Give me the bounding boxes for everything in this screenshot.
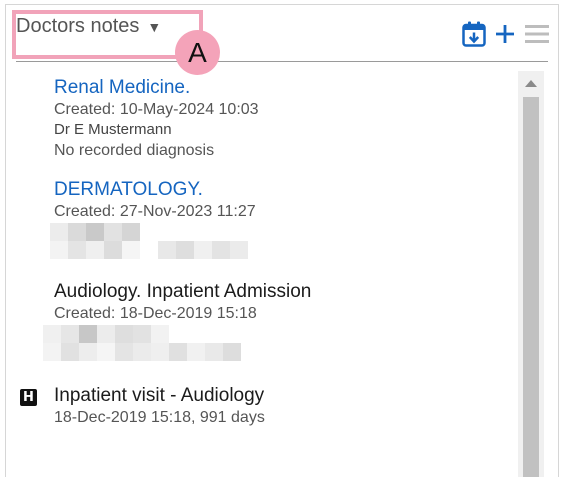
dropdown-label: Doctors notes <box>16 15 140 37</box>
caret-down-icon: ▼ <box>147 18 162 35</box>
note-title-link[interactable]: DERMATOLOGY. <box>54 179 256 201</box>
redacted-text-block <box>50 223 250 261</box>
redacted-text-block <box>43 325 243 363</box>
plus-icon[interactable] <box>494 23 516 45</box>
notes-type-dropdown[interactable]: Doctors notes ▼ <box>16 15 161 38</box>
hospital-h-icon: H <box>20 389 37 406</box>
list-item: Audiology. Inpatient Admission Created: … <box>54 281 311 324</box>
scroll-up-arrow-icon[interactable] <box>518 71 544 95</box>
doctors-notes-panel: Doctors notes ▼ Renal Medicine. Created:… <box>5 4 559 477</box>
note-created: Created: 10-May-2024 10:03 <box>54 101 259 118</box>
header-divider <box>16 61 548 62</box>
note-diagnosis: No recorded diagnosis <box>54 142 215 159</box>
notes-list: Renal Medicine. Created: 10-May-2024 10:… <box>6 71 516 477</box>
note-created: Created: 27-Nov-2023 11:27 <box>54 203 256 220</box>
note-title[interactable]: Audiology. Inpatient Admission <box>54 281 311 303</box>
hamburger-menu-icon[interactable] <box>524 23 550 45</box>
note-title-link[interactable]: Renal Medicine. <box>54 77 259 99</box>
visit-title[interactable]: Inpatient visit - Audiology <box>54 385 265 407</box>
scrollbar-thumb[interactable] <box>523 97 539 477</box>
vertical-scrollbar[interactable] <box>518 71 544 477</box>
calendar-download-icon[interactable] <box>462 21 486 47</box>
panel-header: Doctors notes ▼ <box>6 5 558 62</box>
note-created: Created: 18-Dec-2019 15:18 <box>54 305 257 322</box>
note-author: Dr E Mustermann <box>54 121 172 138</box>
visit-details: 18-Dec-2019 15:18, 991 days <box>54 409 265 426</box>
list-item: DERMATOLOGY. Created: 27-Nov-2023 11:27 <box>54 179 256 222</box>
visit-item: Inpatient visit - Audiology 18-Dec-2019 … <box>54 385 265 428</box>
header-actions <box>462 21 550 47</box>
list-item: Renal Medicine. Created: 10-May-2024 10:… <box>54 77 259 161</box>
annotation-badge: A <box>175 30 220 75</box>
